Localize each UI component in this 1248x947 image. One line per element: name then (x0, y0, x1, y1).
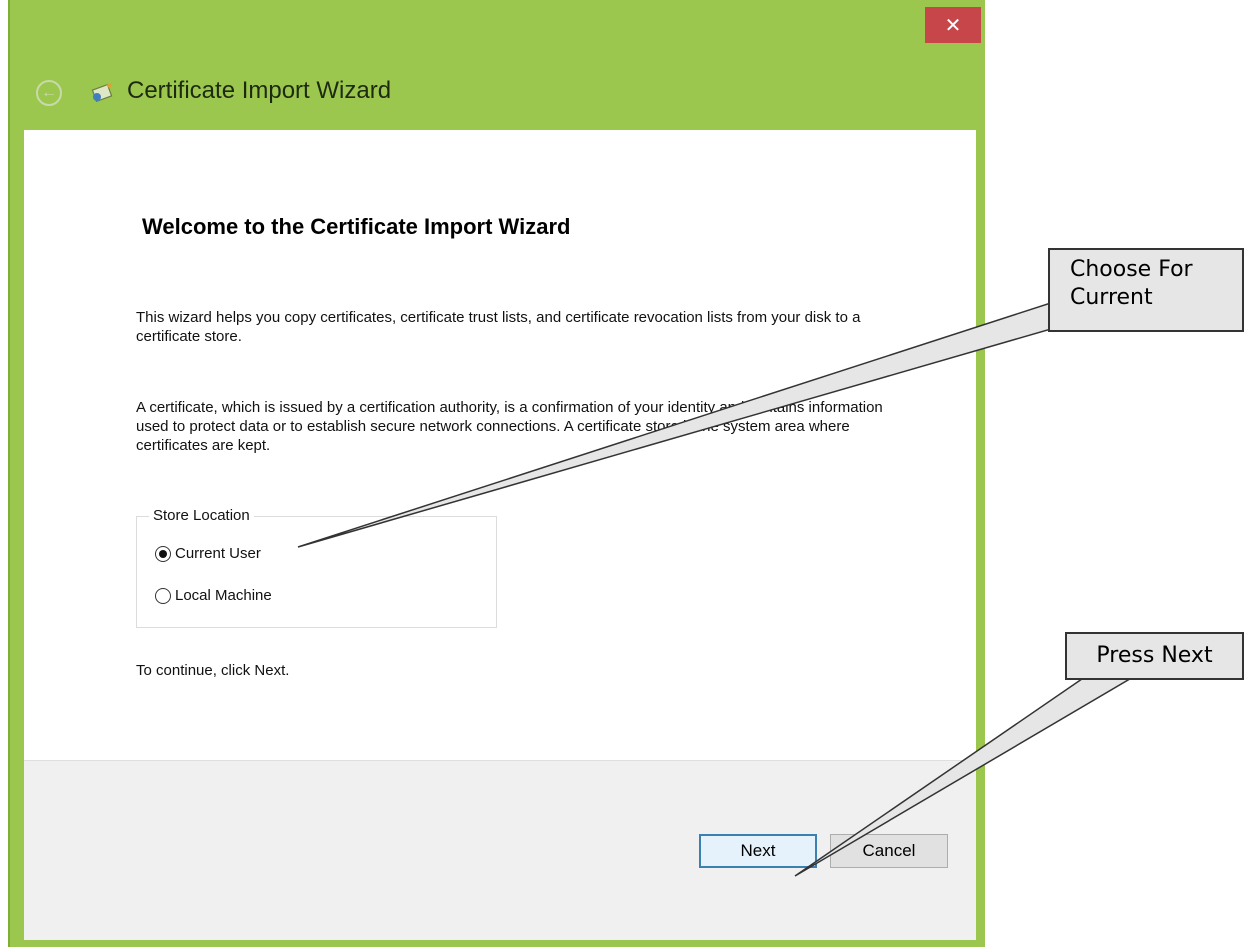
next-button[interactable]: Next (699, 834, 817, 868)
radio-current-user[interactable]: Current User (155, 545, 261, 562)
continue-instruction: To continue, click Next. (136, 662, 290, 679)
radio-unselected-icon[interactable] (155, 587, 171, 604)
callout-press-next: Press Next (1065, 632, 1244, 680)
store-location-legend: Store Location (149, 507, 254, 524)
radio-current-user-label: Current User (175, 545, 261, 562)
wizard-footer: Next Cancel (24, 760, 976, 940)
window-edge (8, 0, 10, 947)
wizard-window: ✕ ← Certificate Import Wizard Welcome to… (8, 0, 985, 947)
wizard-content: Welcome to the Certificate Import Wizard… (24, 130, 976, 760)
store-location-group: Store Location Current User Local Machin… (136, 507, 497, 628)
window-title: Certificate Import Wizard (127, 77, 392, 104)
radio-selected-icon[interactable] (155, 545, 171, 562)
back-arrow-icon[interactable]: ← (36, 80, 62, 106)
cancel-button[interactable]: Cancel (830, 834, 948, 868)
close-button[interactable]: ✕ (925, 7, 981, 43)
callout-choose-current: Choose For Current (1048, 248, 1244, 332)
radio-local-machine[interactable]: Local Machine (155, 587, 272, 604)
close-icon: ✕ (944, 14, 962, 37)
certificate-description-paragraph: A certificate, which is issued by a cert… (136, 399, 883, 454)
page-heading: Welcome to the Certificate Import Wizard (142, 214, 571, 239)
certificate-wizard-icon (91, 83, 113, 103)
intro-paragraph: This wizard helps you copy certificates,… (136, 309, 861, 345)
radio-local-machine-label: Local Machine (175, 587, 272, 604)
